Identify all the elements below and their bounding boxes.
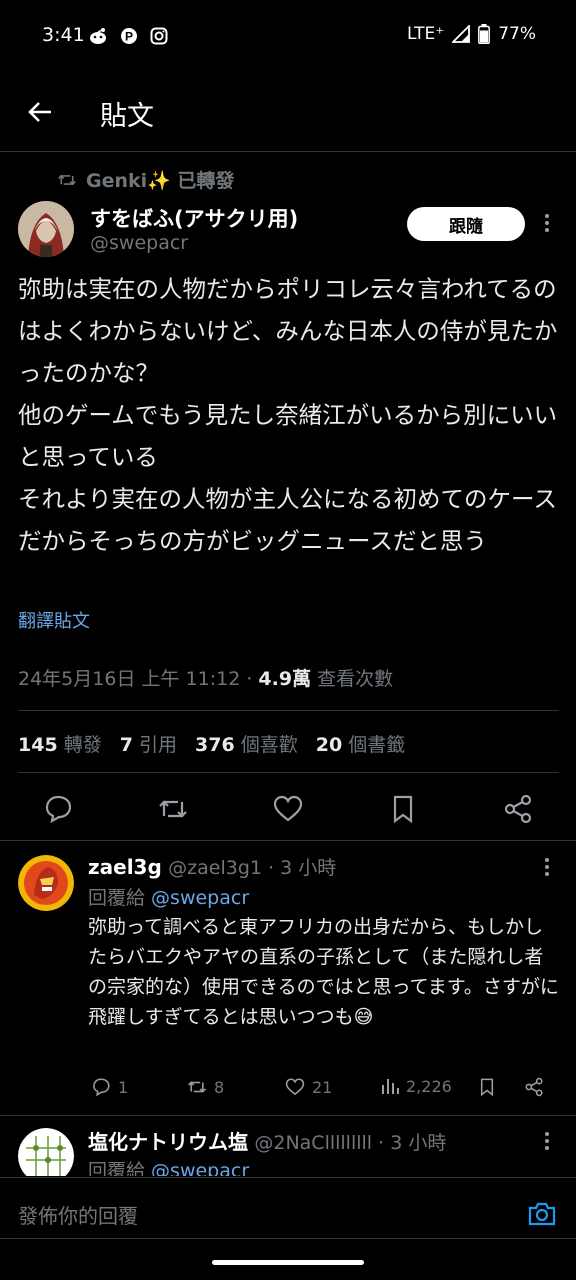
bookmark-count: 20 xyxy=(315,734,343,756)
reply-icon[interactable] xyxy=(41,792,75,826)
reply-share-icon[interactable] xyxy=(523,1076,545,1098)
reply-to-handle[interactable]: @swepacr xyxy=(151,887,249,909)
engagement-stats: 145 轉發 7 引用 376 個喜歡 20 個書籤 xyxy=(18,730,405,757)
reply-handle-time[interactable]: @2NaClllllllll · 3 小時 xyxy=(254,1132,446,1154)
reply-icon xyxy=(93,1078,110,1097)
quote-count: 7 xyxy=(119,734,133,756)
view-count-label: 查看次數 xyxy=(311,668,394,690)
retweet-icon xyxy=(188,1081,206,1093)
post-actions xyxy=(0,786,576,830)
retweet-count: 145 xyxy=(18,734,58,756)
divider xyxy=(0,840,576,841)
quote-stat[interactable]: 7 引用 xyxy=(120,730,177,757)
retweet-label: Genki✨ 已轉發 xyxy=(86,170,235,192)
author-display-name[interactable]: すをばふ(アサクリ用) xyxy=(90,203,298,233)
signal-icon xyxy=(452,25,471,43)
divider xyxy=(0,1238,576,1239)
retweet-icon xyxy=(58,174,76,185)
back-arrow-icon[interactable] xyxy=(24,96,56,128)
like-stat-label: 個喜歡 xyxy=(234,734,298,756)
author-avatar[interactable] xyxy=(18,201,74,257)
reply-header: 塩化ナトリウム塩 @2NaClllllllll · 3 小時 xyxy=(88,1126,446,1155)
bookmark-stat-label: 個書籤 xyxy=(342,734,406,756)
reply-input[interactable]: 發佈你的回覆 xyxy=(18,1200,138,1229)
reply-bookmark-icon[interactable] xyxy=(477,1076,497,1098)
share-icon[interactable] xyxy=(501,792,535,826)
view-count: 4.9萬 xyxy=(258,668,312,690)
avatar-image xyxy=(18,1128,74,1176)
reply-item-2[interactable]: 塩化ナトリウム塩 @2NaClllllllll · 3 小時 回覆給 @swep… xyxy=(0,1116,576,1176)
reply-like-action[interactable]: 21 xyxy=(284,1076,332,1098)
quote-stat-label: 引用 xyxy=(132,734,177,756)
p-icon: P xyxy=(121,28,137,44)
status-app-icons: P xyxy=(88,27,168,45)
like-count: 376 xyxy=(195,734,235,756)
reply-avatar[interactable] xyxy=(18,855,74,911)
reddit-icon xyxy=(90,28,106,44)
home-indicator[interactable] xyxy=(212,1260,364,1265)
post-date: 24年5月16日 上午 11:12 xyxy=(18,668,241,690)
retweet-stat[interactable]: 145 轉發 xyxy=(18,730,102,757)
reply-view-count: 2,226 xyxy=(406,1076,452,1096)
reply-composer[interactable]: 發佈你的回覆 xyxy=(0,1177,576,1247)
reply-like-count: 21 xyxy=(312,1077,333,1097)
retweet-action-icon[interactable] xyxy=(156,792,190,826)
battery-icon xyxy=(478,24,491,44)
like-stat[interactable]: 376 個喜歡 xyxy=(195,730,298,757)
status-time: 3:41 xyxy=(42,24,85,46)
reply-text: 弥助って調べると東アフリカの出身だから、もしかしたらバエクやアヤの直系の子孫とし… xyxy=(88,916,559,1028)
reply-retweet-count: 8 xyxy=(214,1077,225,1097)
translate-link[interactable]: 翻譯貼文 xyxy=(18,607,90,633)
reply-display-name[interactable]: 塩化ナトリウム塩 xyxy=(88,1130,248,1154)
post-text: 弥助は実在の人物だからポリコレ云々言われてるのはよくわからないけど、みんな日本人… xyxy=(18,275,558,555)
top-bar: 貼文 xyxy=(0,72,576,152)
reply-views-action[interactable]: 2,226 xyxy=(380,1076,452,1096)
reply-more-icon[interactable] xyxy=(537,852,557,882)
reply-avatar[interactable] xyxy=(18,1128,74,1176)
post-meta: 24年5月16日 上午 11:12 · 4.9萬 查看次數 xyxy=(18,664,393,691)
more-options-icon[interactable] xyxy=(537,208,557,238)
follow-button[interactable]: 跟隨 xyxy=(407,207,525,241)
bookmark-icon[interactable] xyxy=(386,792,420,826)
reply-to-prefix: 回覆給 xyxy=(88,887,152,909)
reply-to-handle[interactable]: @swepacr xyxy=(151,1160,249,1176)
page-title: 貼文 xyxy=(100,101,154,132)
like-icon xyxy=(285,1078,305,1096)
author-handle[interactable]: @swepacr xyxy=(90,232,188,254)
reply-display-name[interactable]: zael3g xyxy=(88,855,162,879)
reply-more-icon[interactable] xyxy=(537,1126,557,1156)
reply-handle-time[interactable]: @zael3g1 · 3 小時 xyxy=(168,857,336,879)
reply-to-line: 回覆給 @swepacr xyxy=(88,1156,249,1176)
reply-reply-action[interactable]: 1 xyxy=(90,1076,128,1098)
reply-to-prefix: 回覆給 xyxy=(88,1160,152,1176)
reply-to-line: 回覆給 @swepacr xyxy=(88,883,249,910)
retweet-context[interactable]: Genki✨ 已轉發 xyxy=(58,166,234,193)
like-icon[interactable] xyxy=(271,792,305,826)
status-bar: 3:41 P LTE⁺ 77% xyxy=(0,0,576,72)
network-label: LTE⁺ xyxy=(406,24,445,44)
reply-reply-count: 1 xyxy=(118,1077,129,1097)
instagram-icon xyxy=(150,27,168,45)
bookmark-stat[interactable]: 20 個書籤 xyxy=(316,730,406,757)
status-right: LTE⁺ 77% xyxy=(407,24,536,44)
retweet-stat-label: 轉發 xyxy=(57,734,102,756)
reply-retweet-action[interactable]: 8 xyxy=(186,1076,224,1098)
battery-label: 77% xyxy=(498,24,536,44)
views-icon xyxy=(382,1079,399,1094)
avatar-image xyxy=(18,855,74,911)
divider xyxy=(18,710,559,711)
divider xyxy=(18,772,559,773)
reply-header: zael3g @zael3g1 · 3 小時 xyxy=(88,853,336,880)
meta-separator: · xyxy=(240,668,259,690)
avatar-image xyxy=(18,201,74,257)
svg-text:P: P xyxy=(125,30,133,44)
camera-icon[interactable] xyxy=(526,1198,558,1230)
